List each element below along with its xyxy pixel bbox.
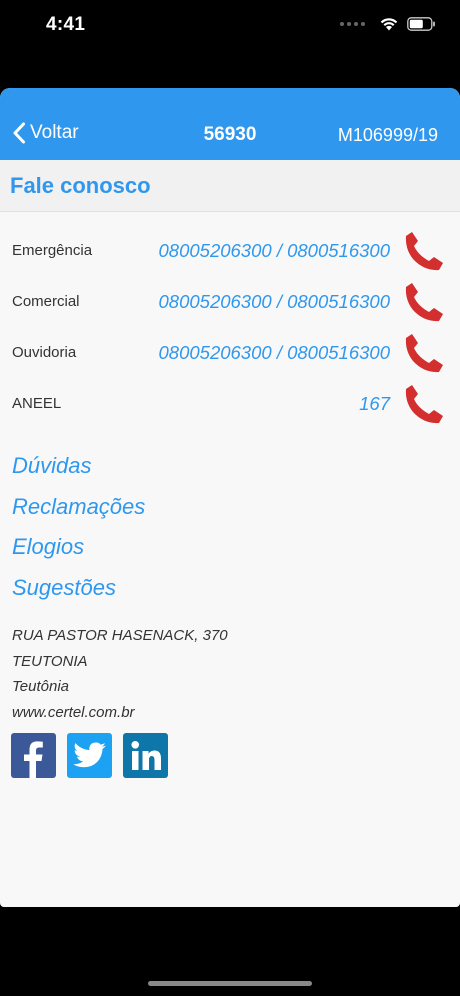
contact-links: Dúvidas Reclamações Elogios Sugestões bbox=[0, 449, 460, 611]
phone-row-aneel: ANEEL 167 bbox=[0, 378, 460, 429]
section-title: Fale conosco bbox=[10, 172, 151, 198]
link-sugestoes[interactable]: Sugestões bbox=[12, 571, 460, 612]
twitter-icon bbox=[72, 742, 106, 767]
phone-icon[interactable] bbox=[402, 382, 446, 426]
phone-number[interactable]: 167 bbox=[359, 393, 390, 415]
phone-row-comercial: Comercial 08005206300 / 0800516300 bbox=[0, 276, 460, 327]
phone-list: Emergência 08005206300 / 0800516300 Come… bbox=[0, 212, 460, 429]
phone-number[interactable]: 08005206300 / 0800516300 bbox=[159, 240, 391, 262]
home-indicator[interactable] bbox=[148, 981, 312, 986]
phone-row-ouvidoria: Ouvidoria 08005206300 / 0800516300 bbox=[0, 327, 460, 378]
phone-label: Emergência bbox=[12, 242, 93, 259]
address-street: RUA PASTOR HASENACK, 370 bbox=[12, 627, 228, 644]
phone-icon[interactable] bbox=[402, 331, 446, 375]
phone-screen: 4:41 Voltar 56930 M106999/19 Fale conosc… bbox=[0, 0, 460, 996]
linkedin-button[interactable] bbox=[123, 733, 168, 778]
nav-right-text: M106999/19 bbox=[337, 125, 438, 145]
address-block: RUA PASTOR HASENACK, 370 TEUTONIA Teutôn… bbox=[0, 625, 460, 727]
phone-number[interactable]: 08005206300 / 0800516300 bbox=[159, 342, 391, 364]
navigation-bar: Voltar 56930 M106999/19 bbox=[0, 88, 460, 160]
link-duvidas[interactable]: Dúvidas bbox=[12, 449, 460, 490]
phone-label: ANEEL bbox=[12, 395, 62, 412]
status-time: 4:41 bbox=[46, 14, 86, 35]
battery-icon bbox=[407, 16, 435, 31]
facebook-icon bbox=[24, 741, 43, 778]
link-reclamacoes[interactable]: Reclamações bbox=[12, 490, 460, 531]
content-card: Voltar 56930 M106999/19 Fale conosco Eme… bbox=[0, 88, 460, 907]
signal-dots-icon bbox=[340, 21, 365, 26]
phone-row-emergencia: Emergência 08005206300 / 0800516300 bbox=[0, 225, 460, 276]
address-district: TEUTONIA bbox=[12, 652, 88, 670]
status-bar: 4:41 bbox=[0, 0, 460, 50]
phone-label: Comercial bbox=[12, 293, 80, 310]
phone-number[interactable]: 08005206300 / 0800516300 bbox=[159, 291, 391, 313]
social-links bbox=[0, 733, 460, 778]
phone-label: Ouvidoria bbox=[12, 344, 77, 361]
wifi-icon bbox=[380, 18, 398, 31]
phone-icon[interactable] bbox=[402, 280, 446, 324]
phone-icon[interactable] bbox=[402, 229, 446, 273]
website-link[interactable]: www.certel.com.br bbox=[12, 702, 460, 728]
section-header: Fale conosco bbox=[0, 160, 460, 212]
linkedin-icon bbox=[130, 740, 161, 770]
address-city: Teutônia bbox=[12, 678, 69, 695]
facebook-button[interactable] bbox=[11, 733, 56, 778]
twitter-button[interactable] bbox=[67, 733, 112, 778]
link-elogios[interactable]: Elogios bbox=[12, 530, 460, 571]
status-icons bbox=[340, 16, 436, 31]
